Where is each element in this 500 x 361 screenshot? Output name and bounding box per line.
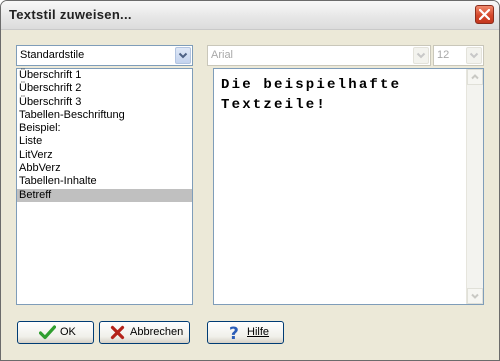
title-bar[interactable]: Textstil zuweisen... xyxy=(1,1,499,30)
font-size-value: 12 xyxy=(437,49,450,61)
ok-label: OK xyxy=(60,326,76,338)
cancel-button[interactable]: Abbrechen xyxy=(99,321,190,344)
scroll-down-button[interactable] xyxy=(467,288,483,304)
list-item[interactable]: AbbVerz xyxy=(17,162,192,175)
help-label: Hilfe xyxy=(247,326,270,338)
scroll-up-button[interactable] xyxy=(467,69,483,85)
dialog-window: Textstil zuweisen... Standardstile Arial… xyxy=(0,0,500,361)
list-item[interactable]: Beispiel: xyxy=(17,122,192,135)
ok-button[interactable]: OK xyxy=(17,321,94,344)
list-item[interactable]: LitVerz xyxy=(17,149,192,162)
question-icon: ? xyxy=(228,324,242,344)
dialog-title: Textstil zuweisen... xyxy=(9,7,132,22)
checkmark-icon xyxy=(38,325,57,343)
list-item-selected[interactable]: Betreff xyxy=(17,188,192,202)
list-item[interactable]: Überschrift 2 xyxy=(17,82,192,95)
close-button[interactable] xyxy=(475,5,494,24)
font-size-dropdown[interactable]: 12 xyxy=(433,45,484,66)
list-item[interactable]: Tabellen-Beschriftung xyxy=(17,109,192,122)
chevron-down-icon[interactable] xyxy=(175,47,191,64)
chevron-down-icon[interactable] xyxy=(466,47,482,64)
vertical-scrollbar[interactable] xyxy=(466,69,483,304)
x-icon xyxy=(110,325,125,343)
preview-textarea[interactable]: Die beispielhafte Textzeile! xyxy=(213,68,484,305)
chevron-up-icon xyxy=(471,74,479,80)
chevron-down-icon xyxy=(471,293,479,299)
svg-text:?: ? xyxy=(229,324,239,341)
help-button[interactable]: ? Hilfe xyxy=(207,321,284,344)
dialog-body: Standardstile Arial 12 Überschrift 1 Übe… xyxy=(1,30,499,360)
list-item[interactable]: Liste xyxy=(17,135,192,148)
style-category-dropdown[interactable]: Standardstile xyxy=(16,45,193,66)
style-category-value: Standardstile xyxy=(20,49,85,61)
close-icon xyxy=(479,9,490,20)
list-item[interactable]: Überschrift 3 xyxy=(17,96,192,109)
list-item[interactable]: Überschrift 1 xyxy=(17,69,192,82)
preview-text: Die beispielhafte Textzeile! xyxy=(221,77,412,113)
cancel-label: Abbrechen xyxy=(130,326,184,338)
list-item[interactable]: Tabellen-Inhalte xyxy=(17,175,192,188)
chevron-down-icon[interactable] xyxy=(413,47,429,64)
font-name-value: Arial xyxy=(211,49,234,61)
font-name-dropdown[interactable]: Arial xyxy=(207,45,431,66)
styles-listbox[interactable]: Überschrift 1 Überschrift 2 Überschrift … xyxy=(16,68,193,305)
